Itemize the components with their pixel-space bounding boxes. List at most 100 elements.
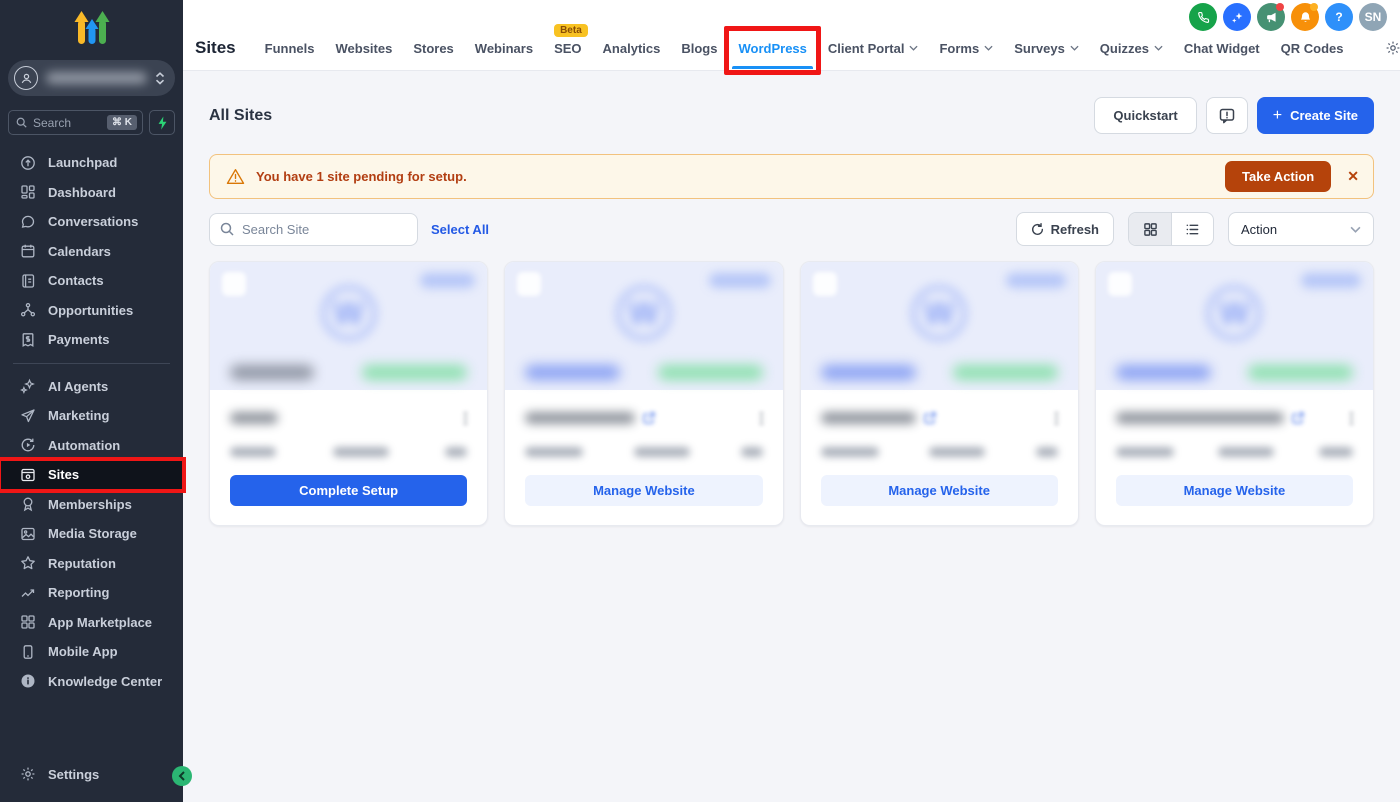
tab-analytics[interactable]: Analytics [603, 41, 661, 56]
external-link-icon[interactable] [643, 412, 655, 424]
sidebar-item-opportunities[interactable]: Opportunities [0, 296, 183, 326]
sidebar-search-input[interactable]: Search ⌘ K [8, 110, 143, 135]
tab-websites[interactable]: Websites [335, 41, 392, 56]
ai-assistant-button[interactable] [1223, 3, 1251, 31]
medal-icon [20, 496, 36, 512]
bell-icon [1299, 11, 1312, 24]
tab-blogs[interactable]: Blogs [681, 41, 717, 56]
external-link-icon[interactable] [1292, 412, 1304, 424]
sidebar-nav: Launchpad Dashboard Conversations Calend… [0, 148, 183, 696]
list-view-icon [1185, 222, 1200, 237]
kebab-menu-icon[interactable] [464, 412, 467, 425]
sidebar-item-reputation[interactable]: Reputation [0, 549, 183, 579]
create-site-button[interactable]: + Create Site [1257, 97, 1374, 134]
site-checkbox[interactable] [222, 272, 246, 296]
sidebar-item-media-storage[interactable]: Media Storage [0, 519, 183, 549]
site-card: W Manage Web [504, 261, 783, 526]
kebab-menu-icon[interactable] [1055, 412, 1058, 425]
sidebar-item-memberships[interactable]: Memberships [0, 490, 183, 520]
external-link-icon[interactable] [924, 412, 936, 424]
tab-forms[interactable]: Forms [939, 41, 993, 56]
sidebar-item-calendars[interactable]: Calendars [0, 237, 183, 267]
sidebar-item-automation[interactable]: Automation [0, 431, 183, 461]
tab-quizzes[interactable]: Quizzes [1100, 41, 1163, 56]
tab-client-portal[interactable]: Client Portal [828, 41, 919, 56]
list-view-button[interactable] [1171, 213, 1213, 245]
feedback-button[interactable] [1206, 97, 1248, 134]
sidebar: Search ⌘ K Launchpad Dashboard Conversat… [0, 0, 183, 802]
refresh-button[interactable]: Refresh [1016, 212, 1114, 246]
tab-seo[interactable]: Beta SEO [554, 41, 581, 56]
action-dropdown[interactable]: Action [1228, 212, 1374, 246]
account-switcher[interactable] [8, 60, 175, 96]
sidebar-item-conversations[interactable]: Conversations [0, 207, 183, 237]
quick-actions-button[interactable] [149, 110, 175, 135]
browser-window-icon [20, 467, 36, 483]
kebab-menu-icon[interactable] [1350, 412, 1353, 425]
site-checkbox[interactable] [813, 272, 837, 296]
active-tab-underline [732, 66, 812, 69]
sidebar-item-sites[interactable]: Sites [0, 460, 183, 490]
sidebar-collapse-button[interactable] [172, 766, 192, 786]
quickstart-button[interactable]: Quickstart [1094, 97, 1196, 134]
site-badge-blurred [420, 273, 475, 288]
kebab-menu-icon[interactable] [760, 412, 763, 425]
select-all-link[interactable]: Select All [431, 222, 489, 237]
info-circle-icon [20, 673, 36, 689]
chevron-down-icon [1350, 226, 1361, 233]
close-icon[interactable]: ✕ [1347, 168, 1359, 185]
take-action-button[interactable]: Take Action [1225, 161, 1331, 192]
complete-setup-button[interactable]: Complete Setup [230, 475, 467, 506]
meta-blurred [230, 447, 276, 457]
nav-settings-gear-button[interactable] [1385, 40, 1400, 56]
sidebar-item-marketing[interactable]: Marketing [0, 401, 183, 431]
phone-icon [1197, 11, 1210, 24]
tab-surveys[interactable]: Surveys [1014, 41, 1079, 56]
grid-view-button[interactable] [1129, 213, 1171, 245]
help-button[interactable]: ? [1325, 3, 1353, 31]
status-text-blurred [230, 365, 314, 380]
tab-qr-codes[interactable]: QR Codes [1281, 41, 1344, 56]
sidebar-item-settings[interactable]: Settings [0, 759, 183, 789]
manage-website-button[interactable]: Manage Website [525, 475, 762, 506]
tab-wordpress[interactable]: WordPress [738, 41, 806, 56]
site-card-header: W [505, 262, 782, 390]
notifications-button[interactable] [1291, 3, 1319, 31]
launchpad-icon [20, 155, 36, 171]
site-checkbox[interactable] [517, 272, 541, 296]
tab-stores[interactable]: Stores [413, 41, 453, 56]
tab-chat-widget[interactable]: Chat Widget [1184, 41, 1260, 56]
star-icon [20, 555, 36, 571]
manage-website-button[interactable]: Manage Website [1116, 475, 1353, 506]
site-badge-blurred [709, 273, 771, 288]
dashboard-icon [20, 184, 36, 200]
sidebar-item-reporting[interactable]: Reporting [0, 578, 183, 608]
wordpress-logo-blurred: W [322, 286, 376, 340]
sidebar-item-ai-agents[interactable]: AI Agents [0, 372, 183, 402]
sidebar-item-payments[interactable]: Payments [0, 325, 183, 355]
sidebar-item-knowledge-center[interactable]: Knowledge Center [0, 667, 183, 697]
announcements-button[interactable] [1257, 3, 1285, 31]
site-title-blurred [230, 412, 278, 424]
sidebar-item-launchpad[interactable]: Launchpad [0, 148, 183, 178]
tab-funnels[interactable]: Funnels [265, 41, 315, 56]
sidebar-item-mobile-app[interactable]: Mobile App [0, 637, 183, 667]
site-title-blurred [525, 412, 635, 424]
phone-device-icon [20, 644, 36, 660]
tab-webinars[interactable]: Webinars [475, 41, 533, 56]
sidebar-item-contacts[interactable]: Contacts [0, 266, 183, 296]
site-checkbox[interactable] [1108, 272, 1132, 296]
sidebar-item-app-marketplace[interactable]: App Marketplace [0, 608, 183, 638]
notification-dot [1276, 3, 1284, 11]
sidebar-item-dashboard[interactable]: Dashboard [0, 178, 183, 208]
meta-blurred [525, 447, 583, 457]
user-avatar[interactable]: SN [1359, 3, 1387, 31]
megaphone-icon [1265, 11, 1278, 24]
meta-blurred [333, 447, 389, 457]
search-site-placeholder: Search Site [242, 222, 309, 237]
phone-button[interactable] [1189, 3, 1217, 31]
search-site-input[interactable]: Search Site [209, 213, 418, 246]
manage-website-button[interactable]: Manage Website [821, 475, 1058, 506]
trend-up-icon [20, 585, 36, 601]
status-badge-green-blurred [953, 365, 1058, 380]
